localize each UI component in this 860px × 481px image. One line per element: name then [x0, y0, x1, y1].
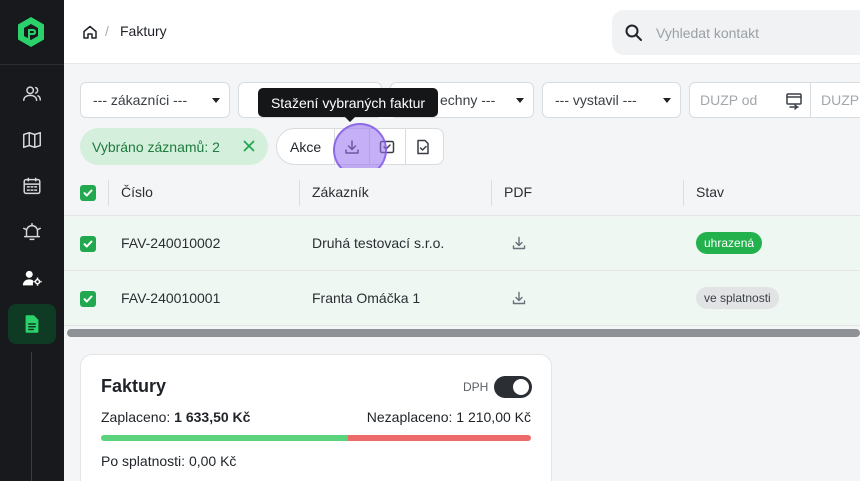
paid-summary: Zaplaceno: 1 633,50 Kč — [101, 409, 250, 425]
table-row[interactable]: FAV-240010002 Druhá testovací s.r.o. uhr… — [64, 217, 860, 271]
sidebar-item-invoices[interactable] — [8, 304, 56, 344]
app-logo[interactable] — [16, 16, 46, 48]
breadcrumb-separator: / — [105, 23, 109, 39]
chevron-down-icon — [663, 98, 671, 103]
search-icon — [625, 24, 642, 41]
pdf-download-icon[interactable] — [511, 290, 527, 306]
contact-search[interactable] — [612, 10, 860, 55]
sidebar-divider — [0, 64, 64, 65]
chevron-down-icon — [516, 98, 524, 103]
invoices-table: Číslo Zákazník PDF Stav FAV-240010002 Dr… — [64, 168, 860, 328]
map-icon — [23, 131, 41, 149]
column-divider — [299, 180, 300, 206]
home-icon[interactable] — [82, 24, 98, 40]
unpaid-summary: Nezaplaceno: 1 210,00 Kč — [366, 409, 531, 425]
select-all-checkbox[interactable] — [80, 185, 96, 201]
dph-label: DPH — [463, 380, 489, 394]
selection-count-label: Vybráno záznamů: 2 — [92, 138, 220, 155]
checkmark-icon — [83, 189, 93, 197]
close-icon[interactable] — [240, 137, 258, 155]
bell-icon — [23, 223, 41, 241]
pdf-download-icon[interactable] — [511, 235, 527, 251]
sidebar-item-notifications[interactable] — [8, 212, 56, 252]
table-header: Číslo Zákazník PDF Stav — [64, 168, 860, 216]
paid-value: 1 633,50 Kč — [174, 409, 251, 425]
column-header-pdf[interactable]: PDF — [504, 184, 532, 200]
document-icon — [25, 315, 39, 333]
search-input[interactable] — [656, 22, 856, 44]
sidebar-item-contacts[interactable] — [8, 74, 56, 114]
calendar-icon — [23, 177, 41, 195]
horizontal-scrollbar[interactable] — [67, 329, 860, 337]
page-title: Faktury — [120, 23, 167, 39]
checkmark-icon — [83, 295, 93, 303]
invoices-summary-card: Faktury DPH Zaplaceno: 1 633,50 Kč Nezap… — [80, 354, 552, 481]
issued-by-filter[interactable]: --- vystavil --- — [542, 82, 681, 118]
row-checkbox[interactable] — [80, 291, 96, 307]
paid-bar-segment — [101, 435, 348, 441]
invoice-number: FAV-240010001 — [121, 290, 221, 306]
document-check-icon — [416, 139, 429, 154]
duzp-to-field[interactable]: DUZP — [810, 82, 860, 118]
checkmark-icon — [83, 240, 93, 248]
column-divider — [491, 180, 492, 206]
column-divider — [108, 180, 109, 206]
column-header-status[interactable]: Stav — [696, 184, 724, 200]
row-checkbox[interactable] — [80, 236, 96, 252]
invoice-number: FAV-240010002 — [121, 235, 221, 251]
issued-by-filter-value: --- vystavil --- — [555, 92, 637, 108]
sidebar-item-calendar[interactable] — [8, 166, 56, 206]
top-header: / Faktury — [64, 0, 860, 64]
status-badge: ve splatnosti — [696, 287, 779, 309]
duzp-from-field[interactable]: DUZP od — [689, 82, 778, 118]
user-settings-icon — [22, 270, 42, 286]
status-filter-value: echny --- — [440, 92, 496, 108]
date-range-icon — [785, 93, 802, 110]
download-tooltip: Stažení vybraných faktur — [258, 88, 438, 117]
contacts-icon — [23, 86, 41, 102]
dph-toggle[interactable] — [494, 376, 532, 398]
toggle-knob — [513, 379, 529, 395]
summary-title: Faktury — [101, 376, 167, 396]
column-header-number[interactable]: Číslo — [121, 184, 153, 200]
approve-document-button[interactable] — [405, 129, 439, 164]
sidebar-item-users[interactable] — [8, 258, 56, 298]
actions-label: Akce — [290, 139, 322, 155]
sidebar-item-map[interactable] — [8, 120, 56, 160]
overdue-summary: Po splatnosti: 0,00 Kč — [101, 453, 237, 469]
customers-filter-value: --- zákazníci --- — [93, 92, 188, 108]
sidebar — [0, 0, 64, 481]
customers-filter[interactable]: --- zákazníci --- — [80, 82, 230, 118]
sidebar-connector-line — [31, 352, 32, 481]
payment-progress-bar — [101, 435, 531, 441]
table-row[interactable]: FAV-240010001 Franta Omáčka 1 ve splatno… — [64, 272, 860, 326]
column-header-customer[interactable]: Zákazník — [312, 184, 369, 200]
column-divider — [683, 180, 684, 206]
unpaid-bar-segment — [347, 435, 531, 441]
paid-label: Zaplaceno: — [101, 409, 171, 425]
chevron-down-icon — [212, 98, 220, 103]
status-badge: uhrazená — [696, 232, 763, 254]
tooltip-arrow — [344, 116, 356, 122]
invoice-customer: Franta Omáčka 1 — [312, 290, 421, 306]
invoice-customer: Druhá testovací s.r.o. — [312, 235, 445, 251]
date-range-swap-button[interactable] — [777, 82, 810, 118]
